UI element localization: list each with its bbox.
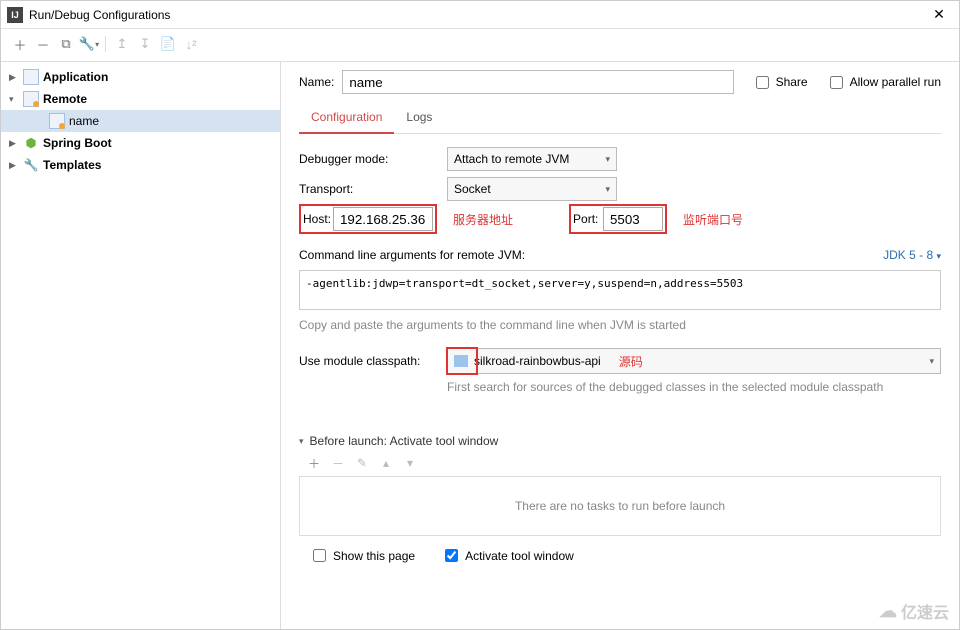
port-annotation: 监听端口号 [683, 211, 743, 228]
debugger-mode-label: Debugger mode: [299, 152, 439, 166]
chevron-down-icon: ▾ [936, 251, 941, 261]
move-up-button: ↥ [111, 33, 133, 55]
tree-label: Spring Boot [43, 136, 112, 150]
show-this-page-checkbox[interactable]: Show this page [309, 546, 415, 565]
cloud-icon: ☁ [879, 601, 897, 622]
chevron-down-icon: ▾ [299, 436, 304, 447]
tree-node-name[interactable]: name [1, 110, 280, 132]
remote-icon [49, 113, 65, 129]
host-input[interactable] [333, 207, 433, 231]
move-down-button: ↧ [134, 33, 156, 55]
gear-icon: 🔧 [23, 157, 39, 173]
add-task-button[interactable]: ＋ [305, 454, 323, 472]
module-classpath-combo[interactable]: silkroad-rainbowbus-api 源码 ▾ [447, 348, 941, 374]
module-annotation: 源码 [619, 353, 643, 370]
cmdline-label: Command line arguments for remote JVM: [299, 248, 525, 262]
chevron-down-icon: ▾ [605, 184, 610, 195]
tasks-list: There are no tasks to run before launch [299, 476, 941, 536]
port-label: Port: [573, 212, 603, 226]
config-toolbar: ＋ － ⧉ 🔧▾ ↥ ↧ 📄 ↓² [1, 29, 959, 61]
chevron-down-icon: ▾ [605, 154, 610, 165]
port-input[interactable] [603, 207, 663, 231]
chevron-down-icon: ▾ [929, 356, 934, 367]
add-config-button[interactable]: ＋ [9, 33, 31, 55]
tree-node-application[interactable]: ▶ Application [1, 66, 280, 88]
application-icon [23, 69, 39, 85]
host-annotation: 服务器地址 [453, 211, 513, 228]
name-input[interactable] [342, 70, 733, 94]
chevron-down-icon: ▾ [9, 94, 23, 105]
task-down-button: ▾ [401, 454, 419, 472]
tab-configuration[interactable]: Configuration [299, 104, 394, 134]
tree-label: Templates [43, 158, 101, 172]
close-button[interactable]: ✕ [919, 1, 959, 28]
spring-icon: ⬢ [23, 135, 39, 151]
cmdline-hint: Copy and paste the arguments to the comm… [299, 310, 941, 346]
tree-node-remote[interactable]: ▾ Remote [1, 88, 280, 110]
jdk-dropdown[interactable]: JDK 5 - 8 ▾ [883, 248, 941, 262]
tab-logs[interactable]: Logs [394, 104, 444, 133]
tree-label: Application [43, 70, 108, 84]
transport-label: Transport: [299, 182, 439, 196]
tree-node-templates[interactable]: ▶ 🔧 Templates [1, 154, 280, 176]
module-label: Use module classpath: [299, 354, 439, 368]
folder-button[interactable]: 📄 [157, 33, 179, 55]
config-tree: ▶ Application ▾ Remote name ▶ ⬢ Spring B… [1, 62, 281, 629]
remove-config-button[interactable]: － [32, 33, 54, 55]
titlebar: IJ Run/Debug Configurations ✕ [1, 1, 959, 29]
share-checkbox[interactable]: Share [752, 73, 808, 92]
tree-node-springboot[interactable]: ▶ ⬢ Spring Boot [1, 132, 280, 154]
module-hint: First search for sources of the debugged… [299, 376, 941, 408]
wrench-icon[interactable]: 🔧▾ [78, 33, 100, 55]
cmdline-textarea[interactable]: -agentlib:jdwp=transport=dt_socket,serve… [299, 270, 941, 310]
activate-tool-window-checkbox[interactable]: Activate tool window [441, 546, 574, 565]
tree-label: name [69, 114, 99, 128]
allow-parallel-checkbox[interactable]: Allow parallel run [826, 73, 941, 92]
name-label: Name: [299, 75, 334, 89]
debugger-mode-combo[interactable]: Attach to remote JVM▾ [447, 147, 617, 171]
tree-label: Remote [43, 92, 87, 106]
transport-combo[interactable]: Socket▾ [447, 177, 617, 201]
copy-config-button[interactable]: ⧉ [55, 33, 77, 55]
module-icon [454, 355, 468, 367]
idea-icon: IJ [7, 7, 23, 23]
chevron-right-icon: ▶ [9, 138, 23, 149]
host-label: Host: [303, 212, 333, 226]
chevron-right-icon: ▶ [9, 160, 23, 171]
watermark: ☁ 亿速云 [879, 599, 949, 623]
chevron-right-icon: ▶ [9, 72, 23, 83]
task-up-button: ▴ [377, 454, 395, 472]
toolbar-separator [105, 36, 106, 52]
before-launch-header[interactable]: ▾ Before launch: Activate tool window [299, 428, 941, 454]
remove-task-button: － [329, 454, 347, 472]
sort-button: ↓² [180, 33, 202, 55]
edit-task-button: ✎ [353, 454, 371, 472]
remote-icon [23, 91, 39, 107]
window-title: Run/Debug Configurations [29, 8, 919, 22]
